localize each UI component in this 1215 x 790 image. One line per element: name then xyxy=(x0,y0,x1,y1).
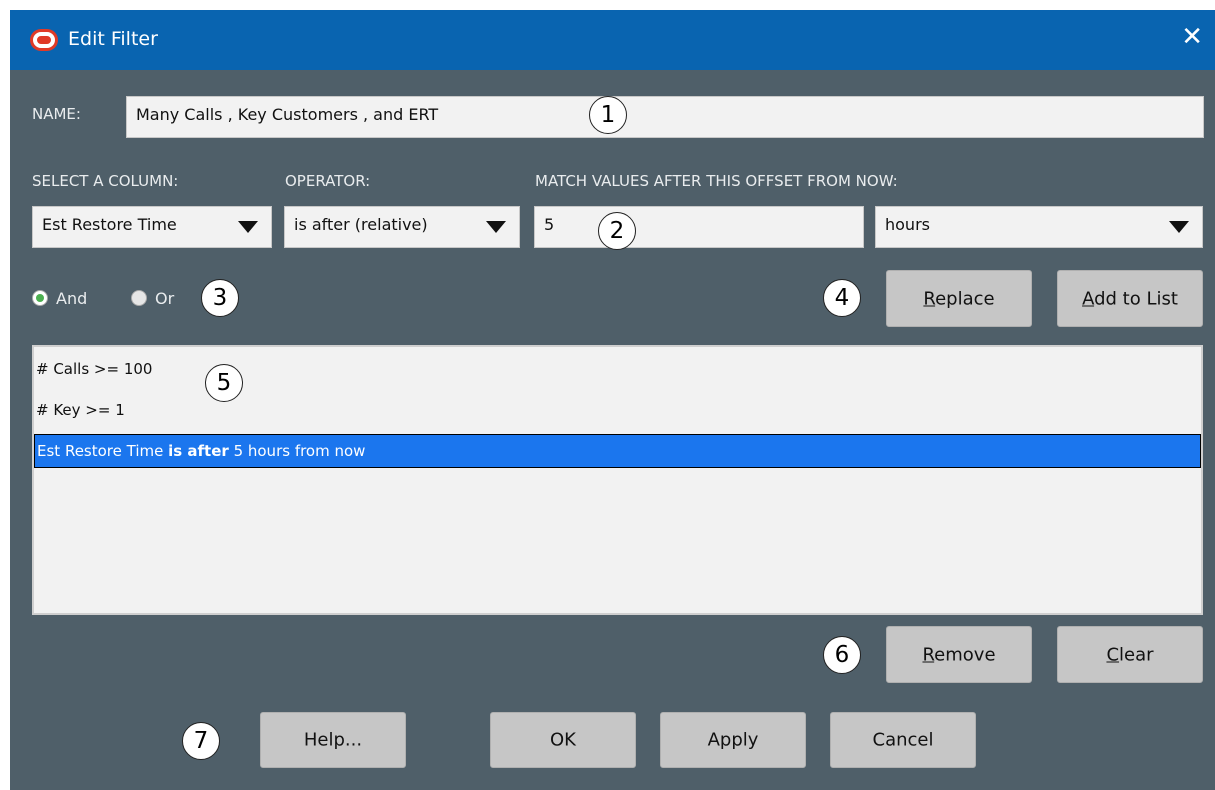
name-label: NAME: xyxy=(32,105,81,123)
callout-marker-6: 6 xyxy=(823,636,861,674)
list-item[interactable]: # Key >= 1 xyxy=(36,401,125,419)
chevron-down-icon xyxy=(238,221,258,233)
column-select[interactable]: Est Restore Time xyxy=(32,206,272,248)
offset-label: MATCH VALUES AFTER THIS OFFSET FROM NOW: xyxy=(535,172,898,190)
column-select-value: Est Restore Time xyxy=(42,215,177,234)
offset-input-value: 5 xyxy=(544,215,555,234)
ok-button[interactable]: OK xyxy=(490,712,636,768)
operator-select-value: is after (relative) xyxy=(294,215,428,234)
chevron-down-icon xyxy=(486,221,506,233)
remove-button[interactable]: Remove xyxy=(886,626,1032,683)
replace-button[interactable]: Replace xyxy=(886,270,1032,327)
replace-label: eplace xyxy=(935,288,995,309)
add-mnemonic: A xyxy=(1082,288,1095,309)
add-to-list-label: dd to List xyxy=(1094,288,1178,309)
and-label: And xyxy=(56,289,88,308)
oracle-logo-icon xyxy=(33,32,55,48)
operator-select[interactable]: is after (relative) xyxy=(284,206,520,248)
apply-button[interactable]: Apply xyxy=(660,712,806,768)
window-title: Edit Filter xyxy=(68,28,158,50)
callout-marker-3: 3 xyxy=(201,279,239,317)
offset-input[interactable]: 5 xyxy=(534,206,864,248)
remove-mnemonic: R xyxy=(922,644,935,665)
edit-filter-dialog: Edit Filter ✕ NAME: Many Calls , Key Cus… xyxy=(10,10,1215,790)
callout-marker-4: 4 xyxy=(823,279,861,317)
select-column-label: SELECT A COLUMN: xyxy=(32,172,179,190)
operator-label: OPERATOR: xyxy=(285,172,371,190)
name-input[interactable]: Many Calls , Key Customers , and ERT xyxy=(126,96,1204,138)
clear-mnemonic: C xyxy=(1106,644,1120,665)
radio-checked-dot-icon xyxy=(36,294,44,302)
and-radio[interactable] xyxy=(32,290,48,306)
help-label: Help... xyxy=(303,729,363,751)
callout-marker-2: 2 xyxy=(598,212,636,250)
chevron-down-icon xyxy=(1169,221,1189,233)
callout-marker-5: 5 xyxy=(205,364,243,402)
help-button[interactable]: Help... xyxy=(260,712,406,768)
unit-select[interactable]: hours xyxy=(875,206,1203,248)
callout-marker-1: 1 xyxy=(589,96,627,134)
or-label: Or xyxy=(155,289,175,308)
condition-column-text: Est Restore Time xyxy=(37,442,169,460)
clear-label: lear xyxy=(1119,644,1154,665)
cancel-label: Cancel xyxy=(872,729,934,751)
unit-select-value: hours xyxy=(885,215,930,234)
apply-label: Apply xyxy=(707,729,759,751)
ok-label: OK xyxy=(550,729,576,751)
name-input-value: Many Calls , Key Customers , and ERT xyxy=(136,105,439,124)
remove-label: emove xyxy=(934,644,996,665)
replace-mnemonic: R xyxy=(923,288,936,309)
title-bar: Edit Filter ✕ xyxy=(10,10,1215,70)
list-item[interactable]: # Calls >= 100 xyxy=(36,360,152,378)
add-to-list-button[interactable]: Add to List xyxy=(1057,270,1203,327)
list-item-selected[interactable]: Est Restore Time is after 5 hours from n… xyxy=(34,434,1201,468)
clear-button[interactable]: Clear xyxy=(1057,626,1203,683)
callout-marker-7: 7 xyxy=(182,722,220,760)
condition-operator-text: is after xyxy=(168,442,229,460)
cancel-button[interactable]: Cancel xyxy=(830,712,976,768)
close-icon[interactable]: ✕ xyxy=(1181,22,1203,52)
condition-value-text: 5 hours from now xyxy=(228,442,366,460)
or-radio[interactable] xyxy=(131,290,147,306)
